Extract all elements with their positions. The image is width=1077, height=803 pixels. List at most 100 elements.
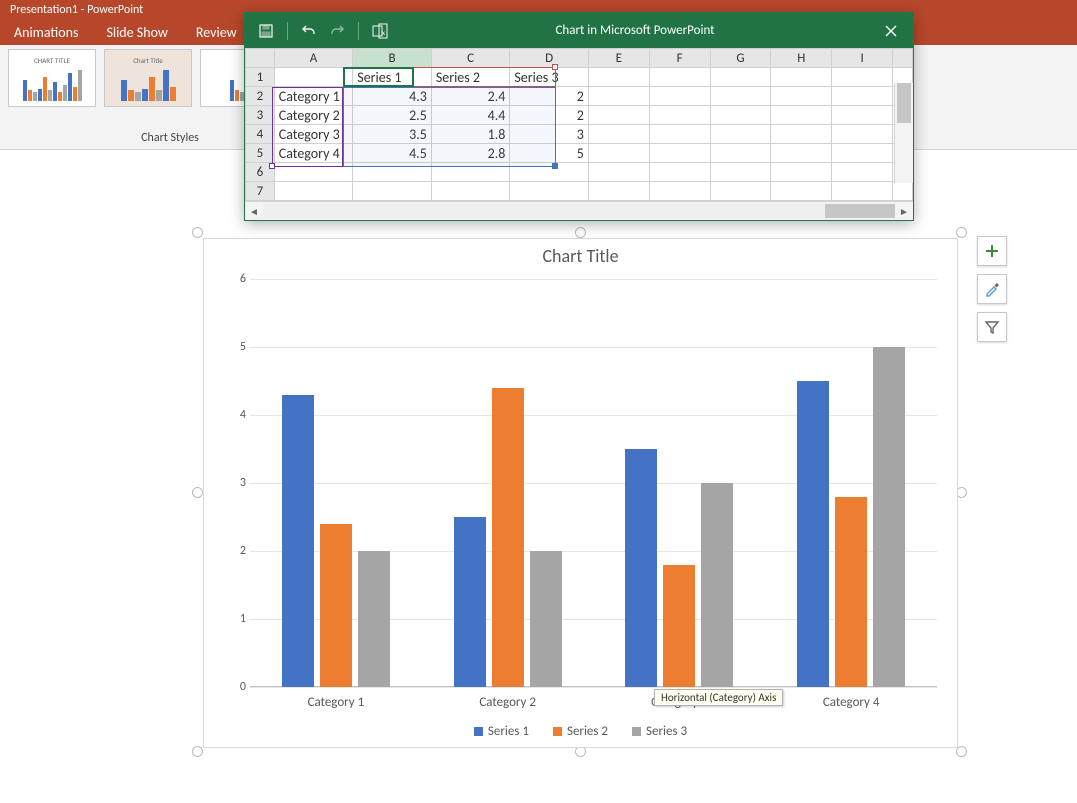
bar[interactable] <box>835 497 867 687</box>
bar[interactable] <box>625 449 657 687</box>
cell[interactable]: 5 <box>510 144 589 163</box>
chart-side-buttons <box>977 236 1007 342</box>
category-group: Category 4 <box>765 279 937 687</box>
y-tick-label: 5 <box>224 340 246 354</box>
scroll-right-icon[interactable]: ► <box>895 202 913 220</box>
cell[interactable]: 4.5 <box>353 144 432 163</box>
col-header[interactable]: I <box>832 49 893 68</box>
resize-handle[interactable] <box>956 227 967 238</box>
x-tick-label: Category 2 <box>422 695 594 710</box>
ribbon-tab-animations[interactable]: Animations <box>0 21 92 45</box>
range-handle[interactable] <box>552 64 558 70</box>
resize-handle[interactable] <box>192 227 203 238</box>
y-tick-label: 4 <box>224 408 246 422</box>
col-header[interactable]: B <box>353 49 432 68</box>
cell[interactable]: 2 <box>510 87 589 106</box>
y-tick-label: 6 <box>224 272 246 286</box>
chart-filter-button[interactable] <box>977 312 1007 342</box>
ribbon-tab-slide-show[interactable]: Slide Show <box>92 21 181 45</box>
axis-tooltip: Horizontal (Category) Axis <box>654 689 783 706</box>
chart-elements-button[interactable] <box>977 236 1007 266</box>
resize-handle[interactable] <box>192 487 203 498</box>
bar[interactable] <box>282 395 314 687</box>
category-group: Category 1 <box>250 279 422 687</box>
redo-icon[interactable] <box>326 20 348 42</box>
bar[interactable] <box>320 524 352 687</box>
bar[interactable] <box>454 517 486 687</box>
resize-handle[interactable] <box>575 227 586 238</box>
row-header[interactable]: 4 <box>246 125 275 144</box>
cell[interactable]: 4.3 <box>353 87 432 106</box>
horizontal-scrollbar[interactable]: ◄ ► <box>245 201 913 220</box>
cell[interactable]: 2.4 <box>431 87 510 106</box>
cell[interactable]: Series 1 <box>353 68 432 87</box>
spreadsheet[interactable]: A B C D E F G H I 1 Series 1Series 2Serie… <box>245 48 913 201</box>
cell[interactable]: Category 1 <box>274 87 353 106</box>
y-tick-label: 3 <box>224 476 246 490</box>
chart[interactable]: Chart Title 0123456Category 1Category 2C… <box>203 238 958 748</box>
y-tick-label: 0 <box>224 680 246 694</box>
col-header[interactable]: H <box>771 49 832 68</box>
cell[interactable]: 3 <box>510 125 589 144</box>
legend[interactable]: Series 1 Series 2 Series 3 <box>204 724 957 739</box>
bar[interactable] <box>873 347 905 687</box>
legend-item[interactable]: Series 1 <box>474 724 529 739</box>
legend-item[interactable]: Series 2 <box>553 724 608 739</box>
chart-style-thumb[interactable]: CHART TITLE <box>8 49 96 107</box>
cell[interactable]: Category 3 <box>274 125 353 144</box>
category-group: Category 3 <box>594 279 766 687</box>
x-tick-label: Category 1 <box>250 695 422 710</box>
range-handle[interactable] <box>552 163 558 169</box>
bar[interactable] <box>492 388 524 687</box>
bar[interactable] <box>358 551 390 687</box>
legend-item[interactable]: Series 3 <box>632 724 687 739</box>
range-handle[interactable] <box>269 163 275 169</box>
col-header[interactable]: A <box>274 49 353 68</box>
cell[interactable]: 1.8 <box>431 125 510 144</box>
row-header[interactable]: 7 <box>246 182 275 201</box>
resize-handle[interactable] <box>192 746 203 757</box>
bar[interactable] <box>701 483 733 687</box>
cell[interactable]: 4.4 <box>431 106 510 125</box>
cell[interactable]: Series 2 <box>431 68 510 87</box>
col-header[interactable]: E <box>588 49 649 68</box>
excel-window-title: Chart in Microsoft PowerPoint <box>401 23 869 38</box>
row-header[interactable]: 5 <box>246 144 275 163</box>
col-header[interactable]: C <box>431 49 510 68</box>
chart-title[interactable]: Chart Title <box>204 245 957 267</box>
plot-area[interactable]: 0123456Category 1Category 2Category 3Cat… <box>224 279 937 687</box>
undo-icon[interactable] <box>298 20 320 42</box>
y-tick-label: 2 <box>224 544 246 558</box>
cell[interactable]: Category 4 <box>274 144 353 163</box>
column-headers[interactable]: A B C D E F G H I <box>246 49 913 68</box>
vertical-scrollbar[interactable] <box>894 83 913 183</box>
cell[interactable]: 2.5 <box>353 106 432 125</box>
col-header[interactable]: D <box>510 49 589 68</box>
cell[interactable]: 2 <box>510 106 589 125</box>
chart-style-thumb[interactable]: Chart Title <box>104 49 192 107</box>
cell[interactable]: 3.5 <box>353 125 432 144</box>
ribbon-tab-review[interactable]: Review <box>182 21 251 45</box>
save-icon[interactable] <box>255 20 277 42</box>
scroll-left-icon[interactable]: ◄ <box>245 202 263 220</box>
bar[interactable] <box>663 565 695 687</box>
open-in-excel-icon[interactable]: x <box>369 20 391 42</box>
bar[interactable] <box>797 381 829 687</box>
col-header[interactable]: G <box>710 49 771 68</box>
excel-title-bar[interactable]: x Chart in Microsoft PowerPoint <box>245 13 913 48</box>
cell[interactable]: 2.8 <box>431 144 510 163</box>
row-header[interactable]: 2 <box>246 87 275 106</box>
close-button[interactable] <box>869 13 913 48</box>
chart-styles-button[interactable] <box>977 274 1007 304</box>
y-tick-label: 1 <box>224 612 246 626</box>
chart-data-editor-window[interactable]: x Chart in Microsoft PowerPoint A B C D … <box>244 12 914 221</box>
cell[interactable]: Category 2 <box>274 106 353 125</box>
x-tick-label: Category 4 <box>765 695 937 710</box>
row-header[interactable]: 1 <box>246 68 275 87</box>
category-group: Category 2 <box>422 279 594 687</box>
col-header[interactable]: F <box>649 49 710 68</box>
row-header[interactable]: 3 <box>246 106 275 125</box>
bar[interactable] <box>530 551 562 687</box>
svg-text:x: x <box>382 28 385 37</box>
cell[interactable]: Series 3 <box>510 68 589 87</box>
